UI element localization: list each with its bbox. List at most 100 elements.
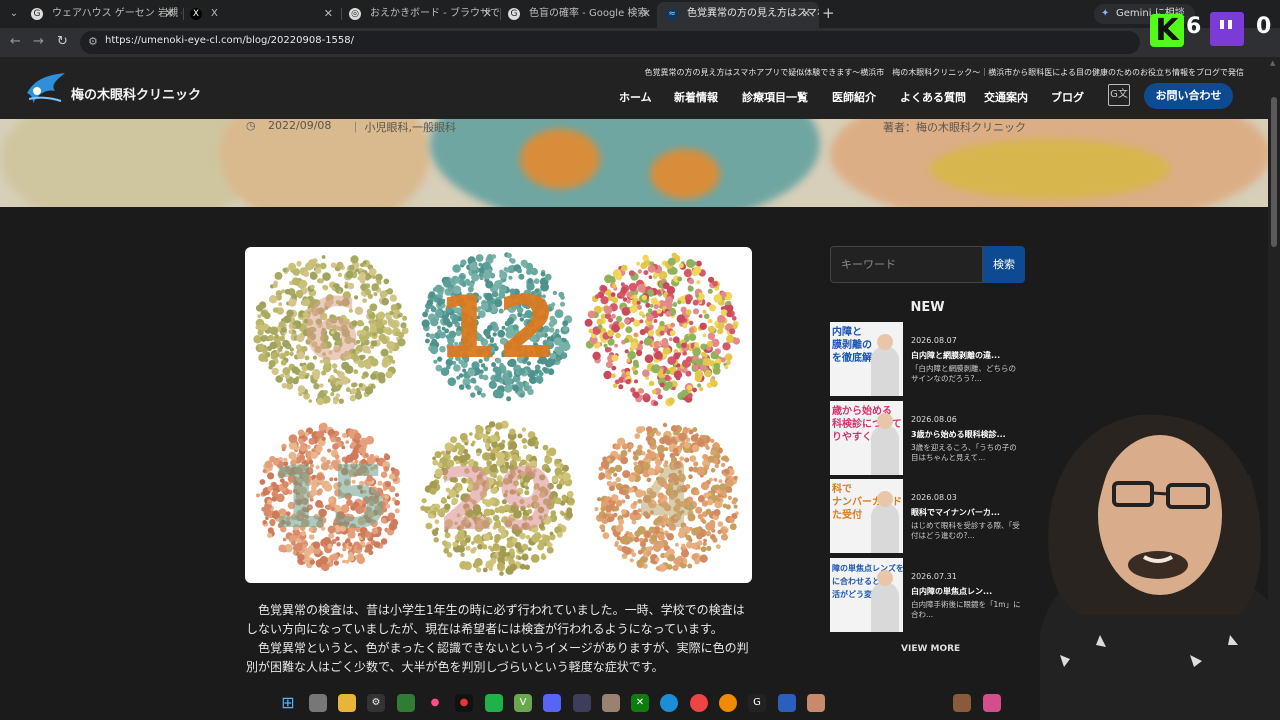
nvidia-icon[interactable] bbox=[397, 694, 415, 712]
sidebar-post[interactable]: 科で ナンバーカード た受付 2026.08.03 眼科でマイナンバーカ... … bbox=[830, 479, 1025, 553]
lips-app-icon[interactable]: ● bbox=[426, 694, 444, 712]
post-thumbnail[interactable]: 科で ナンバーカード た受付 bbox=[830, 479, 903, 553]
anime-app-icon[interactable] bbox=[983, 694, 1001, 712]
tab-4[interactable]: G 色盲の確率 - Google 検索 ✕ bbox=[499, 2, 659, 28]
sidebar-post[interactable]: 内障と 膜剥離の を徹底解説! 2026.08.07 白内障と網膜剥離の違...… bbox=[830, 322, 1025, 396]
character-app-icon[interactable] bbox=[602, 694, 620, 712]
article-paragraph: 色覚異常というと、色がまったく認識できないというイメージがありますが、実際に色の… bbox=[246, 641, 749, 674]
post-thumbnail[interactable]: 障の単焦点レンズを に合わせると 活がどう変わる? bbox=[830, 558, 903, 632]
google-favicon-icon: G bbox=[508, 8, 520, 20]
site-info-icon[interactable]: ⚙ bbox=[88, 35, 98, 48]
nav-doctor[interactable]: 医師紹介 bbox=[832, 89, 876, 105]
webcam-overlay bbox=[1040, 405, 1280, 720]
post-date: 2026.08.03 bbox=[911, 493, 957, 502]
ishihara-plate: 15 bbox=[256, 422, 401, 572]
contact-button[interactable]: お問い合わせ bbox=[1144, 83, 1233, 109]
hero-blur-plate bbox=[650, 149, 720, 199]
globe-favicon-icon: ◎ bbox=[349, 8, 361, 20]
reload-icon[interactable]: ↻ bbox=[57, 34, 68, 49]
ishihara-plate: 6 bbox=[253, 255, 409, 406]
keyword-search-input[interactable]: キーワード bbox=[830, 246, 983, 283]
sidebar-post[interactable]: 歳から始める 科検診について りやすく解説 2026.08.06 3歳から始める… bbox=[830, 401, 1025, 475]
ishihara-plates-svg: 6 12 15 29 4 bbox=[253, 252, 740, 576]
kick-viewer-count: 6 bbox=[1186, 14, 1202, 39]
logo-bird-icon bbox=[27, 73, 65, 103]
plate-numeral: 12 bbox=[437, 278, 557, 378]
close-tab-icon[interactable]: ✕ bbox=[642, 2, 651, 26]
task-view-icon[interactable] bbox=[309, 694, 327, 712]
tab-search-chevron-icon[interactable]: ⌄ bbox=[5, 5, 23, 23]
plate-numeral: 4 bbox=[637, 448, 697, 548]
thumbnail-person bbox=[871, 570, 899, 632]
tab-5-active[interactable]: ≈ 色覚異常の方の見え方はスマホア ✕ bbox=[657, 2, 819, 28]
post-excerpt: 「白内障と網膜剥離、どちらのサインなのだろう?... bbox=[911, 364, 1016, 383]
address-bar[interactable]: ⚙ https://umenoki-eye-cl.com/blog/202209… bbox=[80, 31, 1140, 54]
site-header: 梅の木眼科クリニック 色覚異常の方の見え方はスマホアプリで疑似体験できます〜横浜… bbox=[0, 57, 1268, 119]
tab-1[interactable]: G ウェアハウス ゲーセン 岩槻 - Google ✕ bbox=[22, 2, 182, 28]
ishihara-plate: 29 bbox=[420, 420, 575, 576]
forward-arrow-icon[interactable]: → bbox=[33, 34, 44, 49]
google-favicon-icon: G bbox=[31, 8, 43, 20]
site-tagline: 色覚異常の方の見え方はスマホアプリで疑似体験できます〜横浜市 梅の木眼科クリニッ… bbox=[644, 68, 1244, 77]
plate-numeral: 15 bbox=[269, 448, 389, 548]
post-excerpt: はじめて眼科を受診する際、「受付はどう進むの?... bbox=[911, 521, 1020, 540]
tab-title: X bbox=[211, 8, 218, 19]
scrollbar-thumb[interactable] bbox=[1271, 97, 1277, 247]
tab-3[interactable]: ◎ おえかきボード - ブラウザでかんたんお ✕ bbox=[340, 2, 500, 28]
chat-app-icon[interactable] bbox=[573, 694, 591, 712]
xbox-icon[interactable]: ✕ bbox=[631, 694, 649, 712]
search-button[interactable]: 検索 bbox=[983, 246, 1025, 283]
back-arrow-icon[interactable]: ← bbox=[10, 34, 21, 49]
line-icon[interactable] bbox=[485, 694, 503, 712]
chrome-icon[interactable] bbox=[690, 694, 708, 712]
post-title[interactable]: 白内障と網膜剥離の違... bbox=[911, 350, 1023, 361]
record-icon[interactable]: ● bbox=[455, 694, 473, 712]
game-app-icon[interactable] bbox=[953, 694, 971, 712]
edge-icon[interactable] bbox=[660, 694, 678, 712]
post-date: 2026.08.07 bbox=[911, 336, 957, 345]
plate-numeral: 29 bbox=[437, 450, 557, 550]
hero-blur-plate bbox=[930, 139, 1170, 199]
g-app-icon[interactable]: G bbox=[748, 694, 766, 712]
new-posts-heading: NEW bbox=[910, 300, 945, 315]
post-excerpt: 白内障手術後に眼鏡を「1m」に合わ... bbox=[911, 600, 1021, 619]
close-tab-icon[interactable]: ✕ bbox=[324, 2, 333, 26]
close-tab-icon[interactable]: ✕ bbox=[802, 2, 811, 26]
post-categories[interactable]: ｜ 小児眼科,一般眼科 bbox=[350, 119, 456, 135]
ishihara-plate bbox=[584, 252, 740, 407]
sidebar-post[interactable]: 障の単焦点レンズを に合わせると 活がどう変わる? 2026.07.31 白内障… bbox=[830, 558, 1025, 632]
article-meta: ◷ 2022/09/08 ｜ 小児眼科,一般眼科 著者：梅の木眼科クリニック bbox=[246, 119, 1026, 135]
nav-home[interactable]: ホーム bbox=[619, 89, 652, 105]
thumbnail-person bbox=[871, 413, 899, 475]
windows-taskbar: ⊞ ⚙ ● ● V ✕ G bbox=[0, 688, 1280, 720]
nav-blog[interactable]: ブログ bbox=[1051, 89, 1084, 105]
view-more-link[interactable]: VIEW MORE bbox=[901, 644, 960, 654]
vivi-app-icon[interactable]: V bbox=[514, 694, 532, 712]
nav-news[interactable]: 新着情報 bbox=[674, 89, 718, 105]
new-tab-button[interactable]: + bbox=[822, 4, 835, 22]
tab-2[interactable]: X X ✕ bbox=[181, 2, 341, 28]
post-date: 2022/09/08 bbox=[268, 119, 332, 132]
file-explorer-icon[interactable] bbox=[338, 694, 356, 712]
image-app-icon[interactable] bbox=[807, 694, 825, 712]
network-app-icon[interactable] bbox=[778, 694, 796, 712]
close-tab-icon[interactable]: ✕ bbox=[165, 2, 174, 26]
post-thumbnail[interactable]: 内障と 膜剥離の を徹底解説! bbox=[830, 322, 903, 396]
translate-icon[interactable]: G文 bbox=[1108, 84, 1130, 106]
post-thumbnail[interactable]: 歳から始める 科検診について りやすく解説 bbox=[830, 401, 903, 475]
post-excerpt: 3歳を迎えるころ、「うちの子の目はちゃんと見えて... bbox=[911, 443, 1017, 462]
url-text[interactable]: https://umenoki-eye-cl.com/blog/20220908… bbox=[105, 35, 354, 46]
post-title[interactable]: 3歳から始める眼科検診... bbox=[911, 429, 1023, 440]
nav-services[interactable]: 診療項目一覧 bbox=[742, 89, 808, 105]
coin-app-icon[interactable] bbox=[719, 694, 737, 712]
scroll-up-arrow-icon[interactable]: ▲ bbox=[1270, 59, 1275, 67]
post-title[interactable]: 眼科でマイナンバーカ... bbox=[911, 507, 1023, 518]
post-title[interactable]: 白内障の単焦点レン... bbox=[911, 586, 1023, 597]
discord-icon[interactable] bbox=[543, 694, 561, 712]
ishihara-plate: 4 bbox=[594, 422, 739, 572]
nav-access[interactable]: 交通案内 bbox=[984, 89, 1028, 105]
settings-gear-icon[interactable]: ⚙ bbox=[367, 694, 385, 712]
windows-start-icon[interactable]: ⊞ bbox=[279, 694, 297, 712]
close-tab-icon[interactable]: ✕ bbox=[483, 2, 492, 26]
nav-faq[interactable]: よくある質問 bbox=[900, 89, 966, 105]
